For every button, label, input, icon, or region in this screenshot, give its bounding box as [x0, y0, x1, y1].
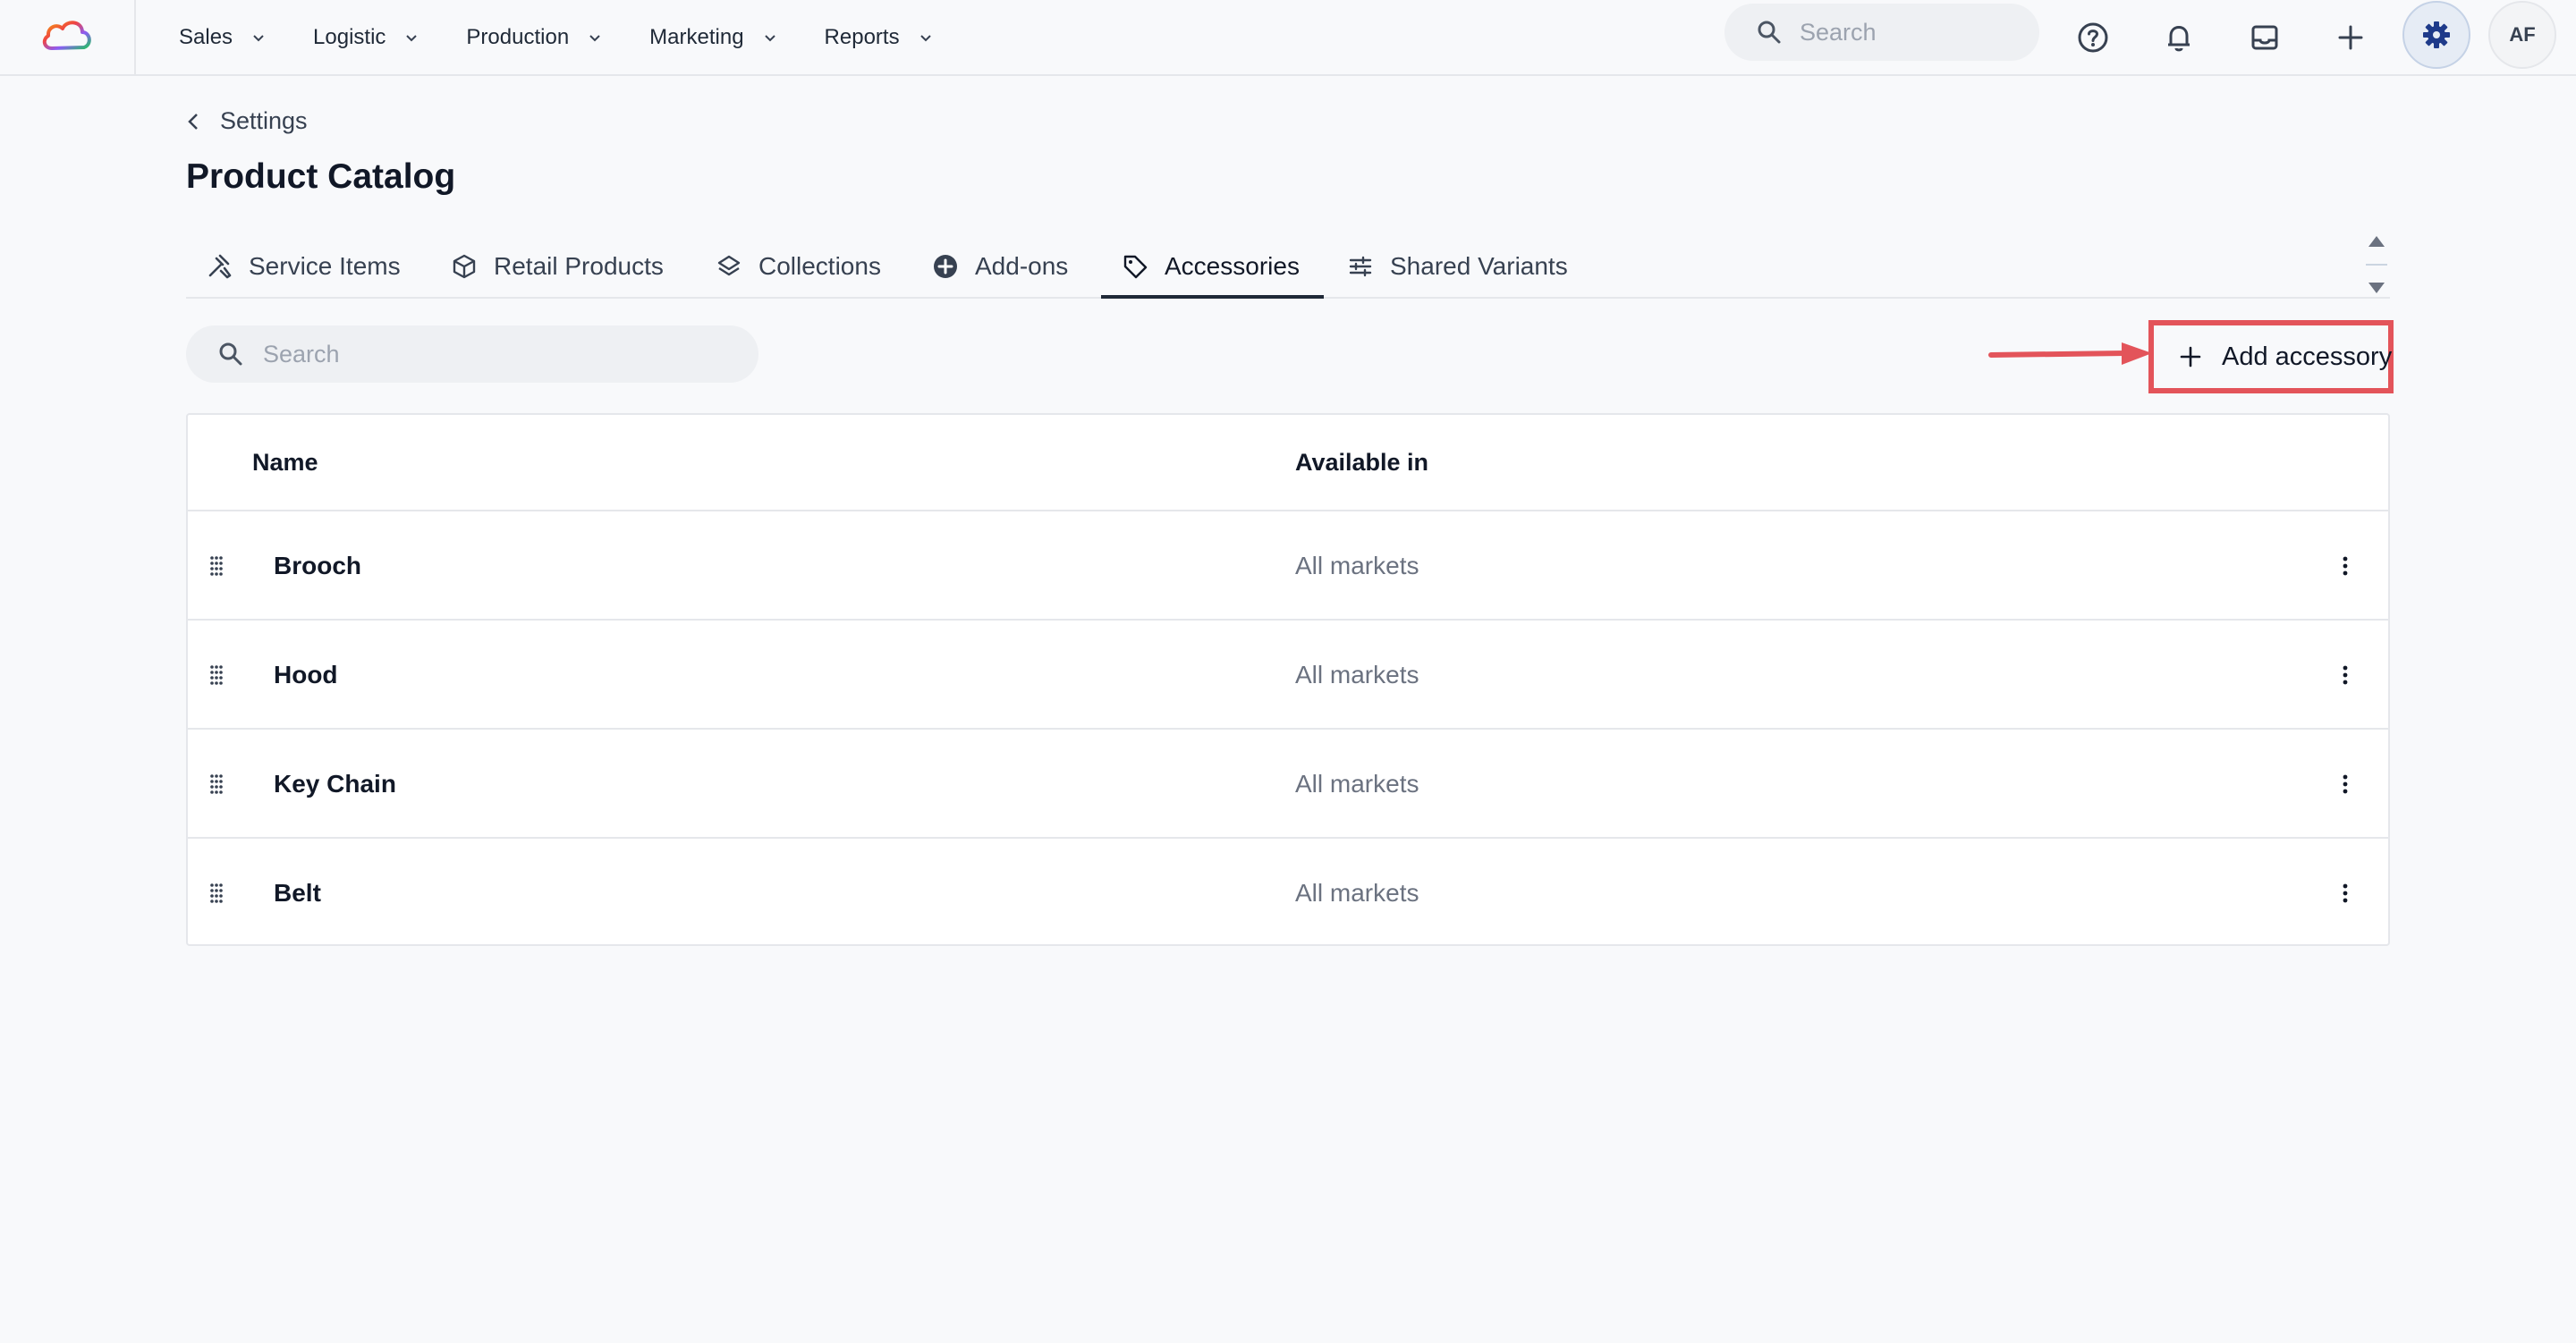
bell-icon — [2168, 26, 2190, 52]
nav-marketing[interactable]: Marketing — [649, 25, 777, 50]
chevron-left-icon — [188, 113, 198, 130]
nav-reports[interactable]: Reports — [825, 25, 934, 50]
chevron-down-icon — [589, 34, 600, 41]
table-row[interactable]: Key Chain All markets — [188, 728, 2388, 837]
row-available-in: All markets — [1295, 661, 1419, 688]
triangle-down-icon[interactable] — [2367, 281, 2386, 295]
breadcrumb[interactable]: Settings — [186, 107, 308, 135]
inbox-icon — [2251, 25, 2278, 50]
row-available-in: All markets — [1295, 770, 1419, 798]
column-header-name[interactable]: Name — [252, 415, 318, 510]
scroll-divider — [2366, 264, 2387, 266]
accessories-search-input[interactable] — [263, 340, 728, 368]
global-search-input[interactable] — [1800, 18, 2014, 46]
tab-scroll-control[interactable] — [2365, 234, 2388, 295]
tools-icon — [208, 254, 232, 279]
row-name: Key Chain — [274, 770, 396, 798]
search-icon — [1758, 21, 1781, 44]
global-search[interactable] — [1724, 4, 2039, 61]
tab-label: Add-ons — [975, 252, 1069, 280]
create-button[interactable] — [2326, 13, 2376, 63]
catalog-tabs: Service Items Retail Products Collection… — [186, 234, 2390, 299]
main-nav: Sales Logistic Production Marketing Repo… — [179, 25, 980, 50]
logo-container — [0, 0, 136, 75]
active-tab-indicator — [1101, 295, 1324, 299]
row-name: Belt — [274, 879, 321, 907]
drag-handle-icon[interactable] — [206, 662, 227, 688]
gear-icon — [2423, 21, 2450, 48]
row-name: Brooch — [274, 552, 361, 579]
more-options-icon[interactable] — [2327, 766, 2363, 802]
plus-icon — [2338, 25, 2363, 50]
avatar[interactable]: AF — [2488, 1, 2556, 69]
chevron-down-icon — [764, 34, 775, 41]
table-row[interactable]: Brooch All markets — [188, 510, 2388, 619]
drag-handle-icon[interactable] — [206, 553, 227, 579]
nav-label: Production — [466, 24, 570, 49]
accessories-table: Name Available in Brooch All markets Hoo… — [186, 413, 2390, 946]
page-title: Product Catalog — [186, 157, 456, 196]
nav-production[interactable]: Production — [466, 25, 603, 50]
tab-retail-products[interactable]: Retail Products — [451, 234, 664, 299]
tab-add-ons[interactable]: Add-ons — [932, 234, 1068, 299]
tab-label: Accessories — [1165, 252, 1300, 280]
add-accessory-label: Add accessory — [2222, 342, 2393, 371]
nav-label: Sales — [179, 24, 233, 49]
search-icon — [219, 342, 242, 366]
tab-accessories[interactable]: Accessories — [1122, 234, 1300, 299]
tab-label: Shared Variants — [1390, 252, 1568, 280]
sliders-icon — [1349, 256, 1372, 277]
top-navigation-bar: Sales Logistic Production Marketing Repo… — [0, 0, 2576, 76]
tab-collections[interactable]: Collections — [716, 234, 881, 299]
tag-icon — [1123, 255, 1148, 279]
row-name: Hood — [274, 661, 338, 688]
annotation-arrow — [1988, 342, 2152, 365]
nav-sales[interactable]: Sales — [179, 25, 267, 50]
settings-button[interactable] — [2402, 1, 2470, 69]
more-options-icon[interactable] — [2327, 548, 2363, 584]
tab-shared-variants[interactable]: Shared Variants — [1347, 234, 1568, 299]
tab-service-items[interactable]: Service Items — [206, 234, 401, 299]
column-header-available-in[interactable]: Available in — [1295, 415, 1428, 510]
avatar-initials: AF — [2509, 23, 2536, 46]
accessories-search[interactable] — [186, 325, 758, 383]
help-button[interactable] — [2068, 13, 2118, 63]
more-options-icon[interactable] — [2327, 657, 2363, 693]
tab-label: Collections — [758, 252, 881, 280]
triangle-up-icon[interactable] — [2367, 234, 2386, 249]
add-accessory-button[interactable]: Add accessory — [2168, 331, 2402, 383]
row-available-in: All markets — [1295, 879, 1419, 907]
drag-handle-icon[interactable] — [206, 880, 227, 907]
nav-label: Marketing — [649, 24, 744, 49]
chevron-down-icon — [253, 34, 264, 41]
box-icon — [453, 254, 476, 279]
tab-label: Retail Products — [494, 252, 664, 280]
table-row[interactable]: Belt All markets — [188, 837, 2388, 946]
breadcrumb-label: Settings — [220, 107, 308, 134]
cloud-logo-icon[interactable] — [39, 16, 95, 58]
tab-label: Service Items — [249, 252, 401, 280]
nav-label: Logistic — [313, 24, 386, 49]
help-icon — [2078, 22, 2108, 53]
row-available-in: All markets — [1295, 552, 1419, 579]
nav-label: Reports — [824, 24, 900, 49]
nav-logistic[interactable]: Logistic — [313, 25, 419, 50]
more-options-icon[interactable] — [2327, 875, 2363, 911]
plus-icon — [2180, 346, 2201, 367]
plus-circle-icon — [934, 255, 957, 278]
drag-handle-icon[interactable] — [206, 771, 227, 798]
layers-icon — [717, 255, 741, 276]
inbox-button[interactable] — [2240, 13, 2290, 63]
chevron-down-icon — [919, 34, 931, 41]
notifications-button[interactable] — [2154, 13, 2204, 63]
chevron-down-icon — [406, 34, 418, 41]
table-row[interactable]: Hood All markets — [188, 619, 2388, 728]
